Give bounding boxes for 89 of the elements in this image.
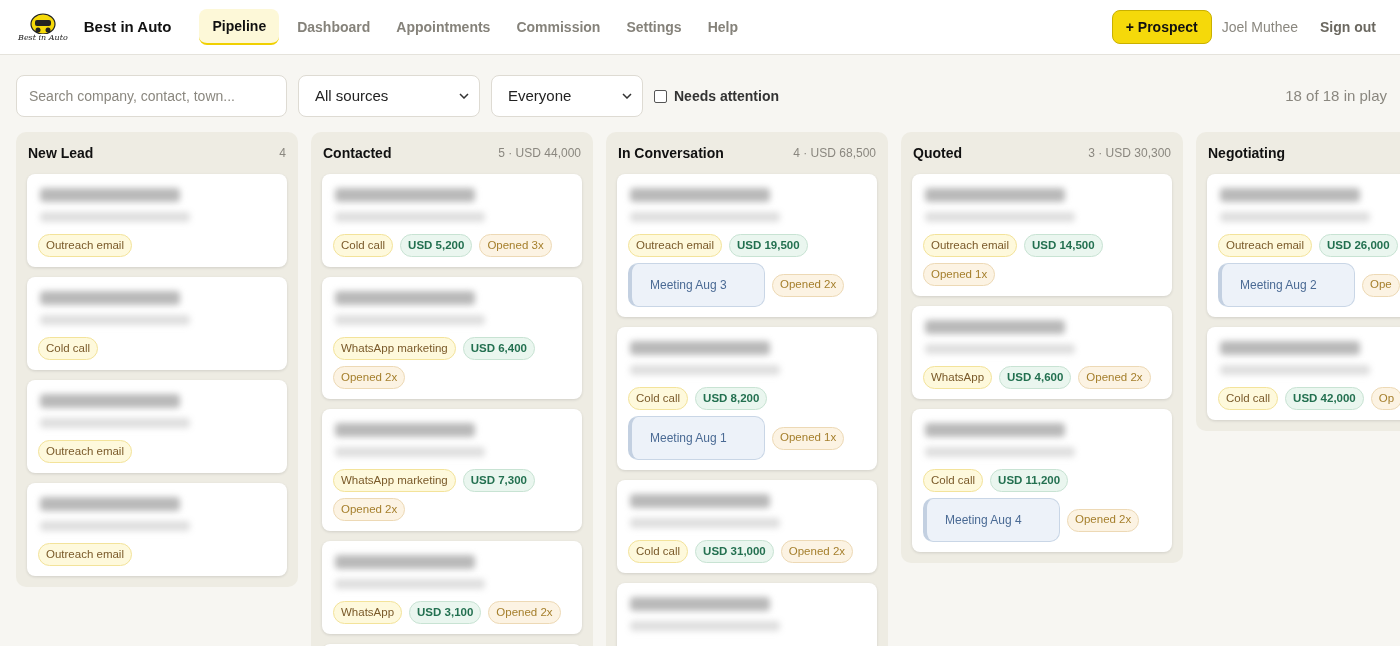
nav-tab[interactable]: Help (699, 9, 746, 45)
deal-amount: USD 6,400 (462, 337, 535, 360)
prospect-card[interactable]: WhatsApp marketing USD 6,400 Opened 2x (322, 277, 582, 399)
prospect-card[interactable]: Outreach email USD 26,000 Meeting Aug 2 Ope (1207, 174, 1400, 317)
opened-count: Opened 2x (333, 366, 406, 389)
source-tag: Cold call (38, 337, 99, 360)
chevron-down-icon (622, 93, 632, 99)
source-dropdown[interactable]: All sources (298, 75, 480, 117)
prospect-card[interactable]: WhatsApp USD 4,600 Opened 2x (912, 306, 1172, 399)
prospect-card[interactable]: Outreach email (27, 483, 287, 576)
column-title: In Conversation (618, 143, 724, 163)
source-tag: WhatsApp marketing (333, 337, 456, 360)
deal-amount: USD 11,200 (990, 469, 1069, 492)
opened-count: Opened 3x (479, 234, 552, 257)
meeting-chip[interactable]: Meeting Aug 3 (628, 263, 765, 307)
chevron-down-icon (459, 93, 469, 99)
deal-amount: USD 3,100 (409, 601, 482, 624)
column-title: Negotiating (1208, 143, 1285, 163)
opened-count: Opened 2x (780, 540, 854, 563)
source-tag: WhatsApp (333, 601, 403, 624)
meeting-chip[interactable]: Meeting Aug 2 (1218, 263, 1355, 307)
source-tag: Cold call (628, 540, 689, 563)
new-prospect-button[interactable]: + Prospect (1111, 10, 1212, 44)
prospect-card[interactable]: Outreach email USD 14,500 Opened 1x (912, 174, 1172, 296)
prospect-card[interactable]: WhatsApp marketing USD 7,300 Opened 2x (322, 409, 582, 531)
prospect-card[interactable]: Cold call USD 8,200 Meeting Aug 1 Opened 1x (617, 327, 877, 470)
deal-amount: USD 8,200 (695, 387, 768, 410)
prospect-card[interactable]: Cold call (27, 277, 287, 370)
column-summary: 4 · USD 68,500 (793, 145, 876, 162)
brand-name: Best in Auto (83, 16, 172, 37)
sign-out-link[interactable]: Sign out (1320, 16, 1376, 38)
deal-amount: USD 31,000 (695, 540, 774, 563)
opened-count: Opened 2x (333, 498, 406, 521)
prospect-card[interactable]: Cold call USD 42,000 Op (1207, 327, 1400, 420)
needs-attention-checkbox[interactable] (654, 89, 667, 103)
source-tag: Outreach email (38, 543, 132, 566)
nav-tab[interactable]: Settings (618, 9, 690, 45)
meeting-chip[interactable]: Meeting Aug 4 (923, 498, 1060, 542)
nav-tab[interactable]: Dashboard (289, 9, 379, 45)
prospect-card[interactable]: WhatsApp USD 3,100 Opened 2x (322, 541, 582, 634)
source-tag: WhatsApp marketing (333, 469, 456, 492)
column-title: Contacted (323, 143, 392, 163)
column-summary: 4 (279, 145, 286, 162)
deal-amount: USD 5,200 (400, 234, 473, 257)
opened-count: Opened 1x (923, 263, 996, 286)
deal-amount: USD 42,000 (1285, 387, 1364, 410)
opened-count: Opened 2x (1067, 508, 1140, 532)
column-title: New Lead (28, 143, 94, 163)
nav-tab[interactable]: Pipeline (199, 9, 280, 45)
deal-amount: USD 4,600 (999, 366, 1072, 389)
column-title: Quoted (913, 143, 962, 163)
source-tag: Outreach email (38, 234, 132, 257)
source-tag: Cold call (628, 387, 689, 410)
deal-amount: USD 14,500 (1024, 234, 1103, 257)
results-count: 18 of 18 in play (1285, 85, 1387, 106)
opened-count: Opened 2x (1078, 366, 1151, 389)
prospect-card[interactable]: Cold call USD 31,000 Opened 2x (617, 480, 877, 573)
source-tag: Cold call (923, 469, 984, 492)
opened-count: Opened 2x (772, 273, 845, 297)
prospect-card[interactable]: Cold call USD 5,200 Opened 3x (322, 174, 582, 267)
nav-tab[interactable]: Commission (508, 9, 609, 45)
prospect-card[interactable]: Outreach email (27, 380, 287, 473)
column-summary: 3 · USD 30,300 (1088, 145, 1171, 162)
opened-count: Op (1370, 387, 1400, 410)
deal-amount: USD 7,300 (462, 469, 535, 492)
deal-amount: USD 19,500 (729, 234, 808, 257)
source-tag: Cold call (1218, 387, 1279, 410)
source-tag: Outreach email (923, 234, 1017, 257)
car-logo-icon (29, 12, 56, 34)
source-tag: Outreach email (38, 440, 132, 463)
source-tag: Outreach email (628, 234, 722, 257)
opened-count: Ope (1362, 273, 1400, 297)
user-name: Joel Muthee (1221, 17, 1298, 37)
column-summary: 5 · USD 44,000 (498, 145, 581, 162)
meeting-chip[interactable]: Meeting Aug 1 (628, 416, 765, 460)
source-tag: Outreach email (1218, 234, 1312, 257)
needs-attention-label[interactable]: Needs attention (674, 85, 779, 107)
logo-caption: Best in Auto (18, 34, 68, 42)
nav-tab[interactable]: Appointments (388, 9, 499, 45)
owner-dropdown[interactable]: Everyone (491, 75, 643, 117)
prospect-card[interactable]: Outreach email (27, 174, 287, 267)
source-tag: Cold call (333, 234, 394, 257)
prospect-card[interactable]: Outreach email USD 19,500 Meeting Aug 3 Opened 2x (617, 174, 877, 317)
deal-amount: USD 26,000 (1319, 234, 1398, 257)
source-tag: WhatsApp (923, 366, 993, 389)
prospect-card[interactable]: Cold call USD 11,200 Meeting Aug 4 Opened 2x (912, 409, 1172, 552)
opened-count: Opened 1x (772, 426, 845, 450)
search-field[interactable]: Search company, contact, town... (16, 75, 287, 117)
opened-count: Opened 2x (488, 601, 561, 624)
